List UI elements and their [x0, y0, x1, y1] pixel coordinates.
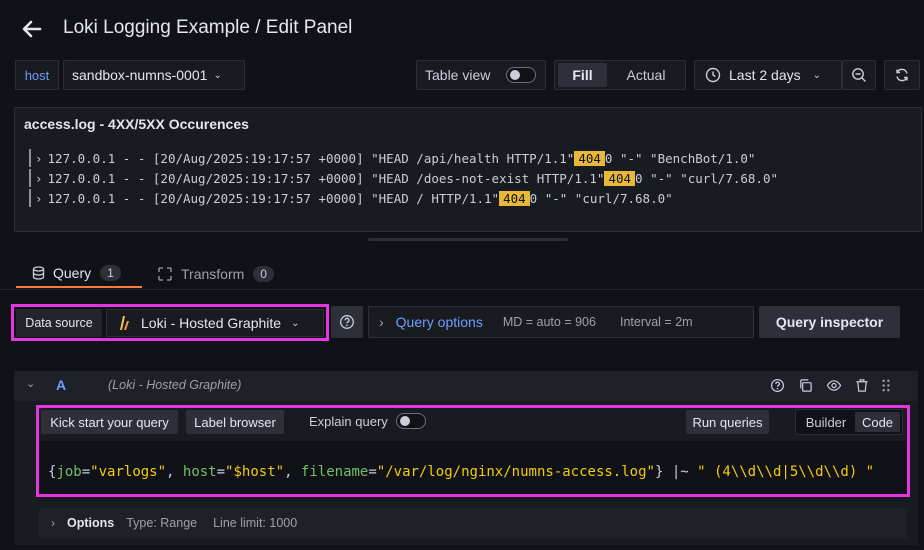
chevron-right-icon: › — [379, 314, 384, 330]
tab-query-label: Query — [53, 265, 92, 281]
duplicate-query-icon[interactable] — [798, 378, 813, 398]
tabs-divider — [0, 289, 924, 290]
data-source-value: Loki - Hosted Graphite — [141, 315, 282, 331]
query-options-bar[interactable]: › Query options MD = auto = 906 Interval… — [368, 306, 754, 338]
refresh-icon — [896, 68, 908, 82]
page-title: Loki Logging Example / Edit Panel — [63, 17, 353, 38]
loki-logo-icon — [120, 316, 129, 330]
data-source-help-button[interactable] — [331, 306, 363, 338]
log-row[interactable]: › 127.0.0.1 - - [20/Aug/2025:19:17:57 +00… — [29, 189, 673, 207]
collapse-chevron-icon[interactable]: ⌄ — [26, 377, 35, 390]
query-letter[interactable]: A — [56, 377, 66, 393]
refresh-button[interactable] — [884, 60, 920, 90]
builder-mode-button[interactable]: Builder — [799, 412, 853, 432]
tab-transform-count: 0 — [253, 266, 274, 282]
kick-start-button[interactable]: Kick start your query — [41, 410, 178, 434]
data-source-picker[interactable]: Loki - Hosted Graphite ⌄ — [106, 309, 324, 337]
query-inspector-button[interactable]: Query inspector — [759, 306, 900, 338]
zoom-out-icon — [852, 68, 866, 82]
actual-button[interactable]: Actual — [611, 63, 681, 87]
drag-handle-icon[interactable] — [881, 378, 891, 398]
log-row[interactable]: › 127.0.0.1 - - [20/Aug/2025:19:17:57 +00… — [29, 149, 755, 167]
options-row[interactable]: › Options Type: Range Line limit: 1000 — [39, 508, 907, 538]
log-row[interactable]: › 127.0.0.1 - - [20/Aug/2025:19:17:57 +00… — [29, 169, 778, 187]
variable-label: host — [15, 60, 59, 90]
code-mode-button[interactable]: Code — [855, 412, 900, 432]
interval-info: Interval = 2m — [619, 315, 693, 329]
tab-transform-label: Transform — [181, 266, 245, 282]
md-info: MD = auto = 906 — [502, 315, 596, 329]
tab-query-count: 1 — [100, 265, 121, 281]
query-help-icon[interactable] — [770, 378, 785, 398]
chevron-right-icon: › — [51, 516, 55, 530]
options-type: Type: Range — [126, 516, 198, 530]
chevron-right-icon: › — [35, 190, 43, 206]
data-source-label: Data source — [16, 309, 102, 337]
query-code-text[interactable]: {job="varlogs", host="$host", filename="… — [48, 448, 874, 480]
chevron-down-icon: ⌄ — [213, 69, 222, 81]
zoom-out-button[interactable] — [842, 60, 876, 90]
fill-button[interactable]: Fill — [558, 63, 607, 87]
help-icon — [340, 315, 354, 329]
chevron-right-icon: › — [35, 170, 43, 186]
database-icon — [32, 266, 45, 280]
variable-value: sandbox-numns-0001 — [72, 67, 208, 83]
run-queries-button[interactable]: Run queries — [686, 410, 769, 434]
back-arrow-icon[interactable] — [20, 17, 44, 41]
label-browser-button[interactable]: Label browser — [186, 410, 284, 434]
transform-icon — [158, 267, 172, 281]
options-line-limit: Line limit: 1000 — [213, 516, 298, 530]
explain-query-toggle[interactable] — [396, 413, 426, 429]
chevron-right-icon: › — [35, 150, 43, 166]
options-label: Options — [67, 516, 115, 530]
trash-icon[interactable] — [855, 378, 869, 398]
variable-select[interactable]: sandbox-numns-0001 ⌄ — [63, 60, 245, 90]
time-range-value: Last 2 days — [729, 67, 801, 83]
tab-query[interactable]: Query 1 — [16, 260, 142, 288]
query-options-label: Query options — [395, 314, 483, 330]
explain-query-label: Explain query — [309, 414, 388, 429]
panel-title: access.log - 4XX/5XX Occurences — [24, 116, 249, 132]
eye-icon[interactable] — [826, 378, 842, 398]
table-view-label: Table view — [425, 67, 491, 83]
chevron-down-icon: ⌄ — [812, 69, 821, 81]
resize-handle[interactable] — [368, 238, 568, 241]
clock-icon — [705, 67, 721, 83]
tab-transform[interactable]: Transform 0 — [158, 260, 288, 288]
query-source: (Loki - Hosted Graphite) — [108, 378, 242, 392]
time-range-picker[interactable]: Last 2 days ⌄ — [694, 60, 842, 90]
table-view-toggle[interactable] — [506, 67, 536, 83]
chevron-down-icon: ⌄ — [291, 317, 300, 329]
